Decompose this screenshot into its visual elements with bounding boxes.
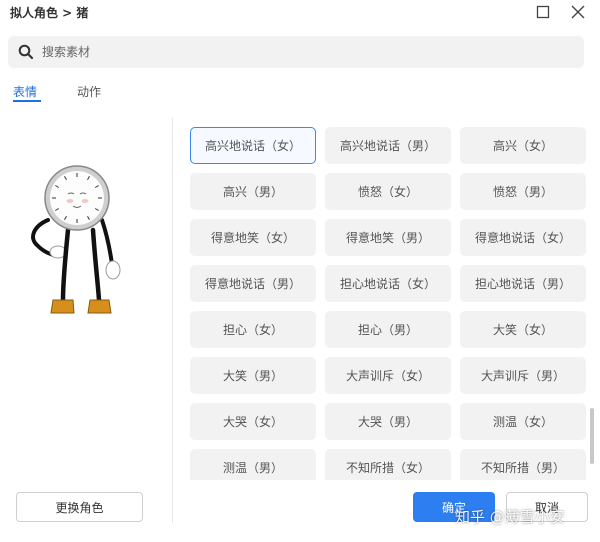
close-icon[interactable] xyxy=(568,2,588,22)
expression-item[interactable]: 担心（女） xyxy=(190,311,316,348)
expression-grid: 高兴地说话（女） 高兴地说话（男） 高兴（女） 高兴（男） 愤怒（女） 愤怒（男） 得意地笑… xyxy=(190,127,586,480)
expression-item[interactable]: 不知所措（男） xyxy=(460,449,586,480)
search-bar[interactable] xyxy=(8,36,584,68)
expression-item[interactable]: 测温（男） xyxy=(190,449,316,480)
expression-item[interactable]: 得意地笑（男） xyxy=(325,219,451,256)
expression-item[interactable]: 高兴地说话（女） xyxy=(190,127,316,164)
expression-item[interactable]: 担心（男） xyxy=(325,311,451,348)
expression-item[interactable]: 大笑（男） xyxy=(190,357,316,394)
tab-expressions[interactable]: 表情 xyxy=(13,83,37,100)
expression-list[interactable]: 高兴地说话（女） 高兴地说话（男） 高兴（女） 高兴（男） 愤怒（女） 愤怒（男） 得意地笑… xyxy=(190,118,590,480)
expression-item[interactable]: 大声训斥（女） xyxy=(325,357,451,394)
maximize-icon[interactable] xyxy=(533,2,553,22)
tab-actions[interactable]: 动作 xyxy=(77,83,101,100)
expression-item[interactable]: 大笑（女） xyxy=(460,311,586,348)
expression-item[interactable]: 高兴（女） xyxy=(460,127,586,164)
search-input[interactable] xyxy=(40,44,544,60)
expression-item[interactable]: 得意地笑（女） xyxy=(190,219,316,256)
active-tab-indicator xyxy=(13,100,41,102)
expression-item[interactable]: 大哭（男） xyxy=(325,403,451,440)
expression-item[interactable]: 不知所措（女） xyxy=(325,449,451,480)
expression-item[interactable]: 高兴地说话（男） xyxy=(325,127,451,164)
expression-item[interactable]: 担心地说话（女） xyxy=(325,265,451,302)
expression-item[interactable]: 得意地说话（女） xyxy=(460,219,586,256)
expression-item[interactable]: 愤怒（男） xyxy=(460,173,586,210)
expression-item[interactable]: 愤怒（女） xyxy=(325,173,451,210)
change-role-button[interactable]: 更换角色 xyxy=(16,492,143,522)
expression-item[interactable]: 得意地说话（男） xyxy=(190,265,316,302)
expression-item[interactable]: 大声训斥（男） xyxy=(460,357,586,394)
search-icon xyxy=(18,44,34,60)
panel-divider xyxy=(172,118,173,523)
scrollbar-thumb[interactable] xyxy=(590,408,594,464)
character-preview xyxy=(18,160,138,335)
cancel-button[interactable]: 取消 xyxy=(506,492,588,522)
expression-item[interactable]: 大哭（女） xyxy=(190,403,316,440)
expression-item[interactable]: 测温（女） xyxy=(460,403,586,440)
expression-item[interactable]: 高兴（男） xyxy=(190,173,316,210)
expression-item[interactable]: 担心地说话（男） xyxy=(460,265,586,302)
confirm-button[interactable]: 确定 xyxy=(413,492,495,522)
window-title: 拟人角色 > 猪 xyxy=(10,6,89,20)
